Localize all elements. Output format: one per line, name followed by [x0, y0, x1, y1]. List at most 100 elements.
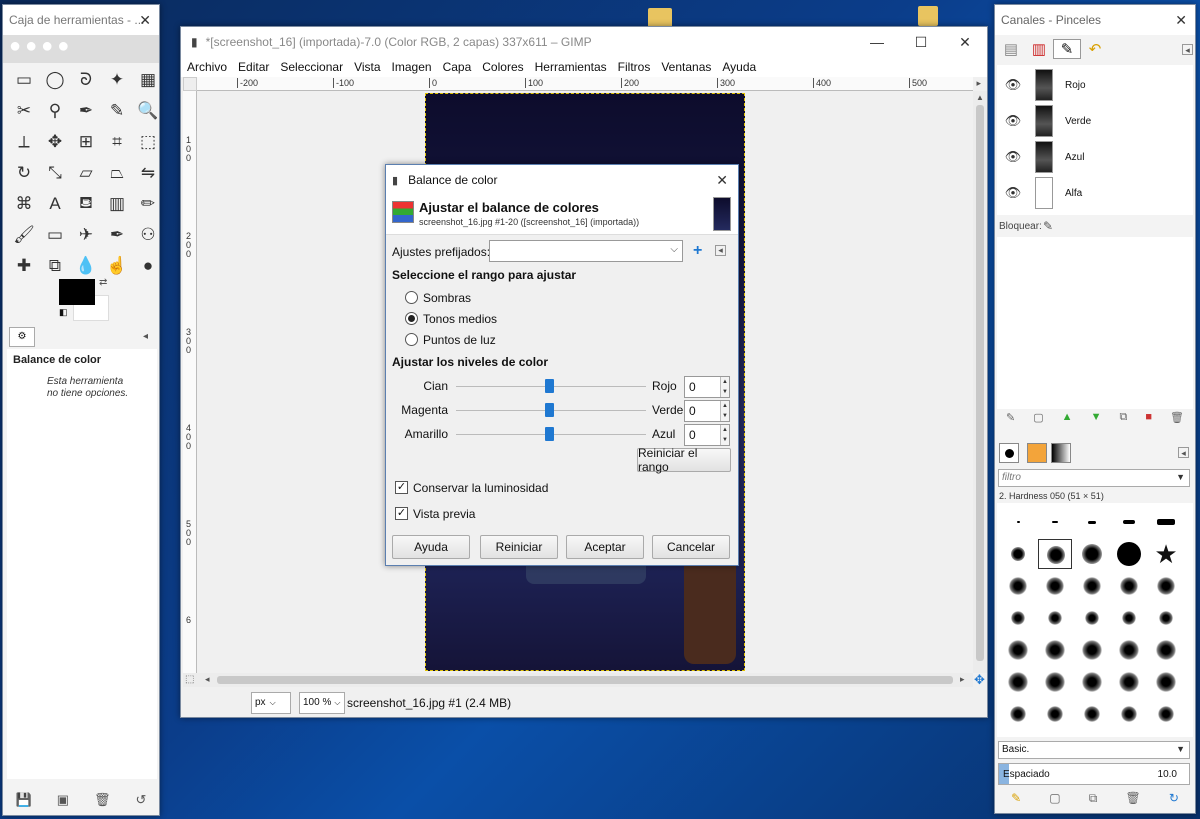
brush-cell[interactable] [1001, 635, 1035, 665]
perspective-clone-tool-icon[interactable]: ⧉ [42, 253, 68, 279]
brush-cell[interactable] [1038, 507, 1072, 537]
menu-colores[interactable]: Colores [482, 60, 523, 74]
ok-button[interactable]: Aceptar [566, 535, 644, 559]
cage-tool-icon[interactable]: ⌘ [11, 191, 37, 217]
pencil-tool-icon[interactable]: ✏ [135, 191, 161, 217]
brush-cell[interactable] [1001, 539, 1035, 569]
visibility-eye-icon[interactable]: 👁 [999, 149, 1027, 165]
brush-grid[interactable]: ★ [997, 503, 1193, 737]
brush-cell[interactable] [1149, 603, 1183, 633]
brush-cell[interactable] [1001, 571, 1035, 601]
move-tool-icon[interactable]: ✥ [42, 129, 68, 155]
brush-cell[interactable] [1149, 667, 1183, 697]
menu-editar[interactable]: Editar [238, 60, 269, 74]
brush-cell[interactable] [1075, 603, 1109, 633]
bucket-fill-tool-icon[interactable]: ⛾ [73, 191, 99, 217]
delete-channel-icon[interactable]: 🗑 [1170, 411, 1184, 431]
brush-cell[interactable] [1001, 507, 1035, 537]
brush-cell[interactable] [1112, 667, 1146, 697]
level-slider-knob[interactable] [545, 379, 554, 393]
rect-select-tool-icon[interactable]: ▭ [11, 67, 37, 93]
toolbox-titlebar[interactable]: Caja de herramientas - ... ✕ [3, 5, 159, 35]
clone-tool-icon[interactable]: ⚇ [135, 222, 161, 248]
level-slider-knob[interactable] [545, 403, 554, 417]
raise-channel-icon[interactable]: ▲ [1062, 411, 1073, 431]
scale-tool-icon[interactable]: ⤡ [42, 160, 68, 186]
ink-tool-icon[interactable]: ✒ [104, 222, 130, 248]
edit-brush-icon[interactable]: ✎ [1011, 791, 1021, 811]
zoom-select[interactable]: 100 % ⌵ [299, 692, 345, 714]
gradient-tool-icon[interactable]: ▥ [104, 191, 130, 217]
tab-menu-icon[interactable]: ◂ [1182, 43, 1193, 55]
spin-arrows-icon[interactable]: ▲ ▼ [720, 377, 729, 397]
menu-herramientas[interactable]: Herramientas [535, 60, 607, 74]
brush-cell[interactable] [1112, 571, 1146, 601]
lower-channel-icon[interactable]: ▼ [1091, 411, 1102, 431]
brush-cell[interactable] [1075, 699, 1109, 729]
patterns-tab-icon[interactable] [1027, 443, 1047, 463]
cancel-button[interactable]: Cancelar [652, 535, 730, 559]
free-select-tool-icon[interactable]: ᘐ [73, 67, 99, 93]
shear-tool-icon[interactable]: ▱ [73, 160, 99, 186]
fuzzy-select-tool-icon[interactable]: ✦ [104, 67, 130, 93]
channel-row[interactable]: 👁 Azul [999, 139, 1191, 175]
close-icon[interactable]: ✕ [1175, 12, 1187, 29]
menu-archivo[interactable]: Archivo [187, 60, 227, 74]
smudge-tool-icon[interactable]: ☝ [104, 253, 130, 279]
restore-options-icon[interactable]: ▣ [57, 792, 69, 808]
ellipse-select-tool-icon[interactable]: ◯ [42, 67, 68, 93]
visibility-eye-icon[interactable]: 👁 [999, 113, 1027, 129]
spin-arrows-icon[interactable]: ▲ ▼ [720, 425, 729, 445]
preview-checkbox[interactable]: ✓ [395, 507, 408, 520]
brush-cell[interactable] [1038, 603, 1072, 633]
scroll-left-icon[interactable]: ◂ [205, 674, 210, 685]
scroll-up-icon[interactable]: ▲ [976, 93, 984, 102]
edit-channel-icon[interactable]: ✎ [1006, 411, 1015, 431]
close-icon[interactable]: ✕ [716, 172, 728, 189]
presets-combo[interactable]: ⌵ [489, 240, 683, 262]
brush-cell[interactable] [1038, 571, 1072, 601]
brush-filter-input[interactable]: filtro ▼ [998, 469, 1190, 487]
maximize-button[interactable]: ☐ [899, 27, 943, 57]
brush-cell[interactable] [1038, 699, 1072, 729]
brush-cell[interactable] [1075, 667, 1109, 697]
align-tool-icon[interactable]: ⊞ [73, 129, 99, 155]
quick-mask-icon[interactable]: ⬚ [185, 674, 194, 685]
level-spinbox[interactable]: 0 ▲ ▼ [684, 400, 730, 422]
brush-cell[interactable] [1149, 635, 1183, 665]
brush-cell[interactable] [1149, 571, 1183, 601]
channel-to-selection-icon[interactable]: ■ [1145, 411, 1152, 431]
channel-row[interactable]: 👁 Alfa [999, 175, 1191, 211]
text-tool-icon[interactable]: A [42, 191, 68, 217]
horizontal-ruler[interactable]: -200 -100 0 100 200 300 400 500 [197, 77, 973, 91]
paths-tool-icon[interactable]: ✒ [73, 98, 99, 124]
close-button[interactable]: ✕ [943, 27, 987, 57]
airbrush-tool-icon[interactable]: ✈ [73, 222, 99, 248]
preserve-luminosity-checkbox[interactable]: ✓ [395, 481, 408, 494]
save-options-icon[interactable]: 💾 [16, 792, 32, 808]
brush-cell[interactable] [1112, 699, 1146, 729]
level-spinbox[interactable]: 0 ▲ ▼ [684, 376, 730, 398]
ruler-corner[interactable] [183, 77, 197, 91]
brush-cell[interactable] [1001, 667, 1035, 697]
dialog-titlebar[interactable]: ▮ Balance de color ✕ [386, 165, 738, 195]
channels-tab-icon[interactable]: ▥ [1025, 40, 1053, 58]
brush-cell[interactable] [1075, 539, 1109, 569]
channel-row[interactable]: 👁 Verde [999, 103, 1191, 139]
refresh-brushes-icon[interactable]: ↻ [1169, 791, 1179, 811]
swap-colors-icon[interactable]: ⇄ [99, 277, 107, 288]
brush-cell[interactable] [1038, 539, 1072, 569]
delete-options-icon[interactable]: 🗑 [94, 792, 111, 808]
spacing-slider[interactable]: Espaciado 10.0 [998, 763, 1190, 785]
navigate-image-icon[interactable]: ✥ [974, 672, 985, 688]
crop-tool-icon[interactable]: ⌗ [104, 129, 130, 155]
add-preset-icon[interactable]: + [693, 242, 702, 260]
desktop-folder-icon[interactable] [648, 8, 672, 28]
menu-ventanas[interactable]: Ventanas [661, 60, 711, 74]
foreground-select-tool-icon[interactable]: ⚲ [42, 98, 68, 124]
brush-cell[interactable] [1149, 507, 1183, 537]
menu-vista[interactable]: Vista [354, 60, 380, 74]
dodge-burn-tool-icon[interactable]: ● [135, 253, 161, 279]
select-by-color-tool-icon[interactable]: ▦ [135, 67, 161, 93]
brushes-tab-icon[interactable] [999, 443, 1019, 463]
